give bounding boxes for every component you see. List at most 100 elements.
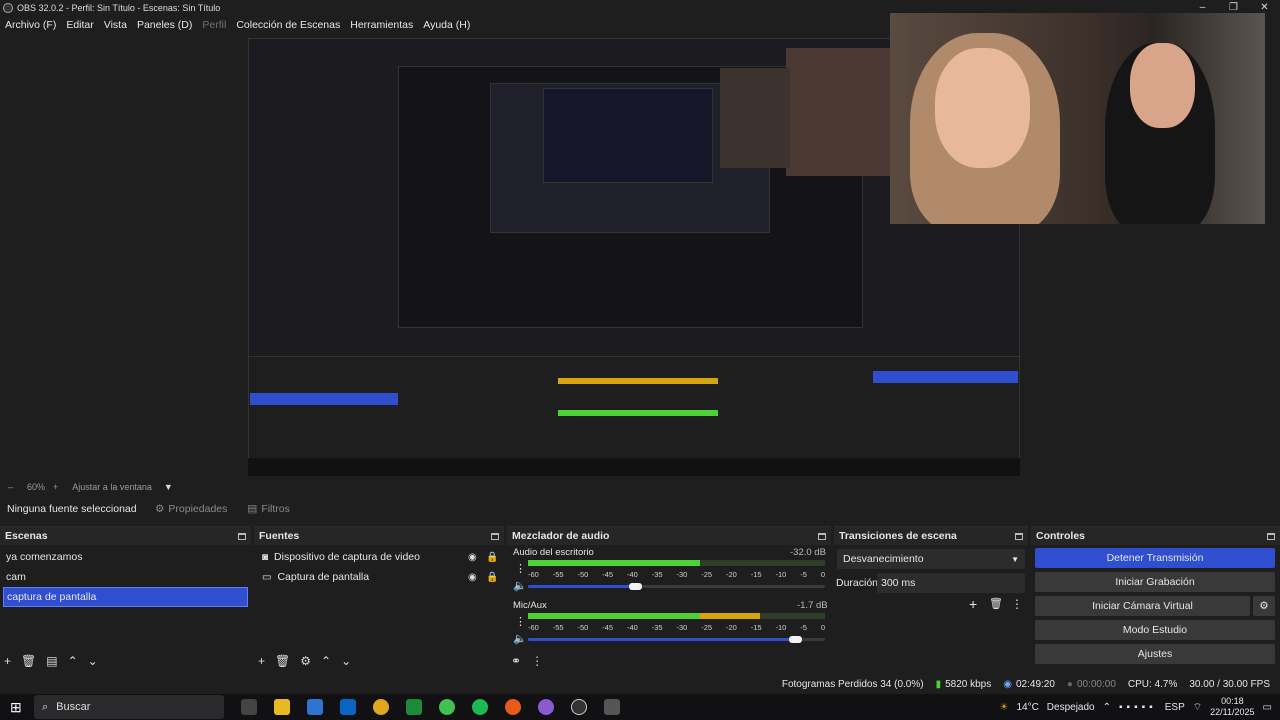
properties-button[interactable]: ⚙ Propiedades: [155, 503, 227, 515]
virtual-camera-button[interactable]: Iniciar Cámara Virtual: [1035, 596, 1250, 616]
mixer-header: Mezclador de audio: [507, 527, 831, 545]
stop-streaming-button[interactable]: Detener Transmisión: [1035, 548, 1275, 568]
task-view-icon[interactable]: [241, 699, 257, 715]
controls-title: Controles: [1036, 530, 1086, 542]
discord-icon[interactable]: [538, 699, 554, 715]
zoom-out-button[interactable]: –: [8, 482, 13, 492]
source-label: Captura de pantalla: [277, 571, 370, 583]
scale-tick: -30: [676, 570, 688, 579]
start-recording-button[interactable]: Iniciar Grabación: [1035, 572, 1275, 592]
transition-selected: Desvanecimiento: [843, 553, 924, 565]
app-icon-2[interactable]: [604, 699, 620, 715]
channel-name: Mic/Aux: [513, 600, 547, 611]
speaker-icon[interactable]: 🔈: [513, 579, 527, 592]
gear-icon[interactable]: ⚙: [300, 654, 311, 668]
zoom-bar: – 60% + Ajustar a la ventana ▼: [0, 481, 1280, 493]
notification-icon[interactable]: ▭: [1263, 702, 1272, 713]
chevron-up-icon[interactable]: ⌃: [1103, 702, 1111, 713]
system-tray: ☀ 14°C Despejado ⌃ ▪▪▪▪▪ ESP ⌔ 00:18 22/…: [999, 694, 1272, 720]
more-icon[interactable]: ⋮: [515, 615, 526, 628]
up-icon[interactable]: ⌃: [321, 654, 331, 668]
nested-webcam: [786, 48, 896, 176]
down-icon[interactable]: ⌄: [88, 654, 98, 668]
settings-button[interactable]: Ajustes: [1035, 644, 1275, 664]
popout-icon[interactable]: [818, 532, 826, 540]
menu-coleccion[interactable]: Colección de Escenas: [231, 19, 345, 31]
menu-paneles[interactable]: Paneles (D): [132, 19, 197, 31]
explorer-icon[interactable]: [274, 699, 290, 715]
windows-icon[interactable]: ⊞: [10, 699, 22, 716]
scenes-dock: Escenas ya comenzamos cam captura de pan…: [0, 526, 251, 672]
dropped-frames: Fotogramas Perdidos 34 (0.0%): [781, 679, 924, 690]
volume-knob[interactable]: [629, 583, 642, 590]
lock-icon[interactable]: 🔒: [486, 552, 498, 563]
more-icon[interactable]: ⋮: [531, 654, 543, 668]
popout-icon[interactable]: [1267, 532, 1275, 540]
chrome-icon[interactable]: [373, 699, 389, 715]
duration-input[interactable]: 300 ms: [877, 573, 1025, 593]
scenes-header: Escenas: [0, 527, 251, 545]
app-icon[interactable]: [406, 699, 422, 715]
up-icon[interactable]: ⌃: [68, 654, 78, 668]
taskbar-search[interactable]: ⌕ Buscar: [34, 695, 224, 719]
wifi-icon[interactable]: ⌔: [1193, 701, 1202, 714]
transition-select[interactable]: Desvanecimiento ▼: [837, 549, 1025, 569]
plus-icon[interactable]: +: [4, 654, 11, 668]
chevron-down-icon[interactable]: ▼: [164, 482, 173, 492]
scene-item-selected[interactable]: captura de pantalla: [3, 587, 248, 607]
scale-tick: -5: [800, 623, 807, 632]
plus-icon[interactable]: +: [258, 654, 265, 668]
filter-icon[interactable]: ▤: [46, 654, 57, 668]
menu-perfil[interactable]: Perfil: [197, 19, 231, 31]
scale-tick: -35: [651, 570, 663, 579]
filters-button[interactable]: ▤ Filtros: [247, 503, 290, 515]
eye-icon[interactable]: ◉: [468, 572, 477, 583]
store-icon[interactable]: [307, 699, 323, 715]
obs-icon: [3, 2, 13, 13]
nested-taskbar: [248, 458, 1020, 476]
spotify-icon[interactable]: [472, 699, 488, 715]
link-icon[interactable]: ⚭: [511, 654, 521, 668]
popout-icon[interactable]: [1015, 532, 1023, 540]
filter-icon: ▤: [247, 503, 258, 515]
tray-icons[interactable]: ▪▪▪▪▪: [1119, 702, 1157, 713]
obs-icon[interactable]: [571, 699, 587, 715]
browser-icon[interactable]: [505, 699, 521, 715]
language[interactable]: ESP: [1165, 702, 1185, 713]
speaker-icon[interactable]: 🔈: [513, 632, 527, 645]
plus-icon[interactable]: +: [969, 596, 977, 612]
meter-level: [528, 613, 760, 619]
scene-item[interactable]: ya comenzamos: [0, 547, 251, 567]
trash-icon[interactable]: 🗑: [21, 654, 36, 668]
menu-editar[interactable]: Editar: [61, 19, 98, 31]
scale-tick: 0: [820, 623, 825, 632]
menu-archivo[interactable]: Archivo (F): [0, 19, 61, 31]
channel-name: Audio del escritorio: [513, 547, 594, 558]
down-icon[interactable]: ⌄: [341, 654, 351, 668]
outlook-icon[interactable]: [340, 699, 356, 715]
volume-knob[interactable]: [789, 636, 802, 643]
trash-icon[interactable]: 🗑: [275, 654, 290, 668]
studio-mode-button[interactable]: Modo Estudio: [1035, 620, 1275, 640]
whatsapp-icon[interactable]: [439, 699, 455, 715]
virtual-camera-settings-button[interactable]: ⚙: [1253, 596, 1275, 616]
sources-dock: Fuentes ◙ Dispositivo de captura de vide…: [254, 526, 504, 672]
zoom-fit-button[interactable]: Ajustar a la ventana: [72, 482, 152, 492]
popout-icon[interactable]: [491, 532, 499, 540]
source-label: Dispositivo de captura de video: [274, 551, 420, 563]
clock[interactable]: 00:18 22/11/2025: [1210, 696, 1254, 718]
eye-icon[interactable]: ◉: [468, 552, 477, 563]
source-item[interactable]: ◙ Dispositivo de captura de video ◉ 🔒: [254, 547, 504, 567]
more-icon[interactable]: ⋮: [515, 562, 526, 575]
scale-tick: -20: [726, 570, 737, 579]
zoom-in-button[interactable]: +: [53, 482, 58, 492]
scene-item[interactable]: cam: [0, 567, 251, 587]
lock-icon[interactable]: 🔒: [486, 572, 498, 583]
trash-icon[interactable]: 🗑: [989, 597, 1003, 610]
more-icon[interactable]: ⋮: [1011, 597, 1023, 611]
popout-icon[interactable]: [238, 532, 246, 540]
menu-vista[interactable]: Vista: [99, 19, 132, 31]
source-item[interactable]: ▭ Captura de pantalla ◉ 🔒: [254, 567, 504, 587]
menu-herramientas[interactable]: Herramientas: [345, 19, 418, 31]
menu-ayuda[interactable]: Ayuda (H): [418, 19, 475, 31]
